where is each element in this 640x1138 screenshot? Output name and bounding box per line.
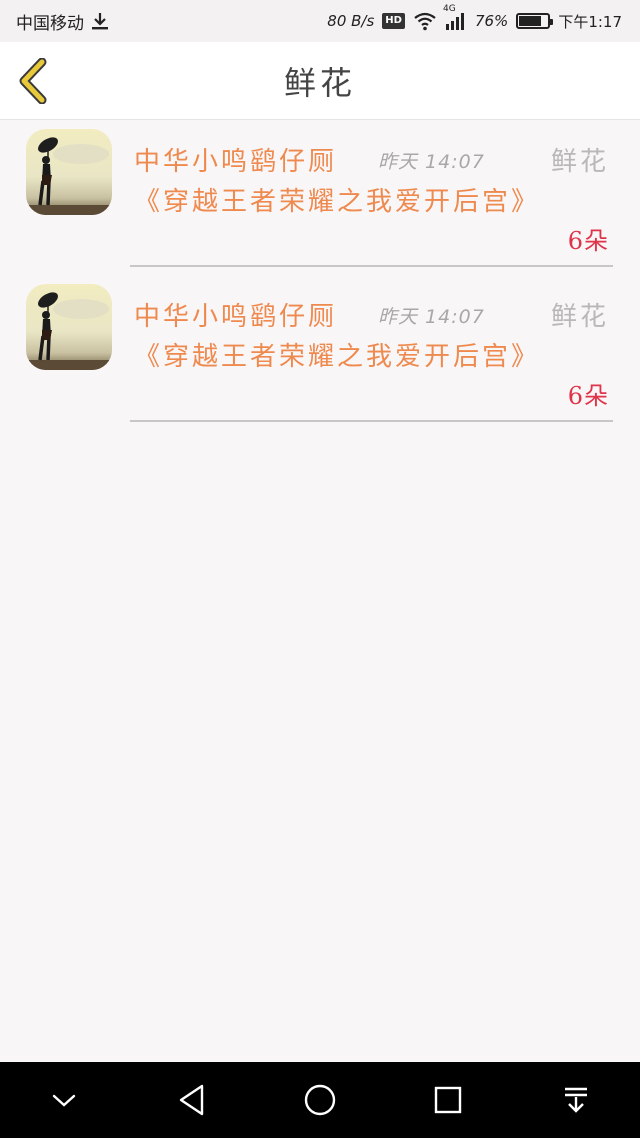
item-body: 中华小鸣鹞仔厕 昨天 14:07 鲜花 《穿越王者荣耀之我爱开后宫》 6朵 bbox=[130, 121, 613, 267]
recents-square-icon bbox=[434, 1086, 462, 1114]
timestamp: 昨天 14:07 bbox=[378, 306, 485, 328]
battery-icon bbox=[516, 13, 554, 29]
sender-name[interactable]: 中华小鸣鹞仔厕 bbox=[134, 296, 337, 333]
avatar[interactable] bbox=[26, 129, 112, 215]
chevron-down-icon bbox=[52, 1094, 76, 1107]
gift-type: 鲜花 bbox=[550, 147, 609, 177]
book-title[interactable]: 《穿越王者荣耀之我爱开后宫》 bbox=[134, 183, 537, 221]
home-circle-icon bbox=[304, 1084, 336, 1116]
clock: 下午1:17 bbox=[558, 12, 622, 31]
back-triangle-icon bbox=[179, 1084, 204, 1116]
battery-fill bbox=[519, 16, 541, 26]
status-right: 80 B/s HD 4G 76% 下午1:17 bbox=[327, 4, 622, 32]
network-speed: 80 B/s bbox=[327, 12, 375, 30]
header: 鲜花 bbox=[0, 42, 640, 120]
item-body: 中华小鸣鹞仔厕 昨天 14:07 鲜花 《穿越王者荣耀之我爱开后宫》 6朵 bbox=[130, 276, 613, 422]
avatar-image bbox=[26, 129, 112, 215]
battery-percent: 76% bbox=[474, 12, 509, 30]
status-left: 中国移动 bbox=[16, 9, 110, 34]
avatar[interactable] bbox=[26, 284, 112, 370]
gift-count: 6朵 bbox=[567, 382, 609, 410]
notification-pull-icon bbox=[565, 1087, 587, 1113]
list-item[interactable]: 中华小鸣鹞仔厕 昨天 14:07 鲜花 《穿越王者荣耀之我爱开后宫》 6朵 bbox=[0, 121, 640, 276]
signal-icon bbox=[445, 13, 464, 30]
book-title[interactable]: 《穿越王者荣耀之我爱开后宫》 bbox=[134, 338, 537, 376]
nav-recents-button[interactable] bbox=[418, 1070, 478, 1130]
gift-count: 6朵 bbox=[567, 227, 609, 255]
nav-home-button[interactable] bbox=[290, 1070, 350, 1130]
network-type: 4G bbox=[442, 4, 456, 14]
status-bar: 中国移动 80 B/s HD 4G 76% 下午1:17 bbox=[0, 0, 640, 42]
navigation-bar bbox=[0, 1062, 640, 1138]
hd-badge: HD bbox=[382, 13, 405, 29]
timestamp: 昨天 14:07 bbox=[378, 151, 485, 173]
signal-group: 4G bbox=[443, 4, 467, 30]
sender-name[interactable]: 中华小鸣鹞仔厕 bbox=[134, 141, 337, 178]
carrier-label: 中国移动 bbox=[16, 13, 84, 34]
back-arrow-icon bbox=[19, 58, 47, 104]
gift-type: 鲜花 bbox=[550, 302, 609, 332]
list-item[interactable]: 中华小鸣鹞仔厕 昨天 14:07 鲜花 《穿越王者荣耀之我爱开后宫》 6朵 bbox=[0, 276, 640, 431]
download-icon bbox=[92, 13, 108, 30]
wifi-icon bbox=[414, 12, 436, 31]
hide-nav-button[interactable] bbox=[34, 1070, 94, 1130]
avatar-image bbox=[26, 284, 112, 370]
nav-notification-button[interactable] bbox=[546, 1070, 606, 1130]
nav-back-button[interactable] bbox=[162, 1070, 222, 1130]
back-button[interactable] bbox=[16, 58, 52, 104]
gift-list: 中华小鸣鹞仔厕 昨天 14:07 鲜花 《穿越王者荣耀之我爱开后宫》 6朵 中华… bbox=[0, 121, 640, 431]
page-title: 鲜花 bbox=[283, 63, 356, 102]
